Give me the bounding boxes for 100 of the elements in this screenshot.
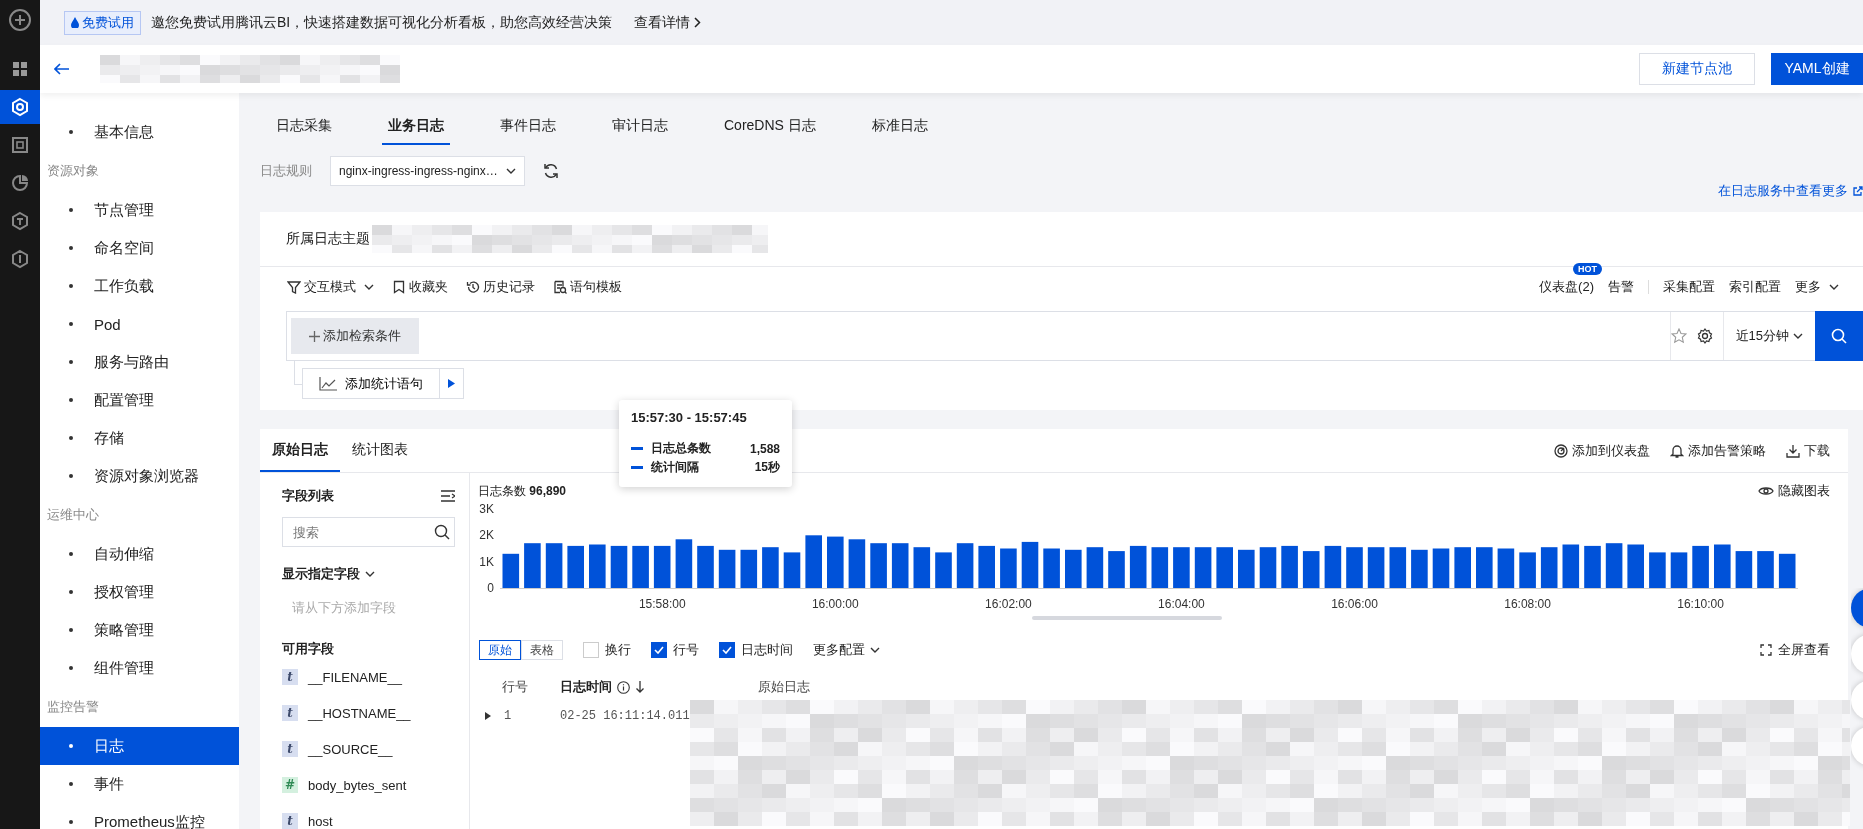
sort-arrow-icon[interactable] [635,681,645,693]
external-link-icon [1853,186,1863,196]
section-label: 资源对象 [46,162,100,180]
sidebar-item[interactable]: 日志 [40,727,239,765]
axis-label: 3K [479,502,494,516]
fullscreen-button[interactable]: 全屏查看 [1760,641,1830,659]
field-name[interactable]: host [308,813,333,829]
chart-bar [1778,553,1796,588]
tab[interactable]: 日志采集 [270,117,338,145]
toolbar-button[interactable]: 交互模式 [287,278,374,296]
chart-bar [1086,547,1104,588]
action-link[interactable]: 下载 [1786,441,1830,460]
hide-chart-button[interactable]: 隐藏图表 [1758,482,1830,500]
sidebar-item[interactable]: 自动伸缩 [40,535,239,573]
chart-bar [1562,544,1580,588]
field-name[interactable]: __HOSTNAME__ [308,705,411,721]
run-button[interactable] [440,368,464,399]
tab[interactable]: 原始日志 [260,429,340,472]
check-icon [722,646,732,654]
line-chart-icon [319,376,337,391]
chart-bar [827,536,844,588]
chevron-icon [694,17,702,28]
toolbar-link[interactable]: 告警 [1608,278,1634,296]
section-toggle[interactable]: 显示指定字段 [282,565,455,583]
chart-bar [1584,545,1601,588]
sidebar-item[interactable]: Pod [40,305,239,343]
sidebar-item[interactable]: 策略管理 [40,611,239,649]
create-button[interactable]: YAML创建 [1771,53,1863,85]
tab[interactable]: 标准日志 [865,117,934,145]
column-header[interactable]: 日志时间 [560,678,612,696]
tab[interactable]: 统计图表 [340,429,420,472]
tab[interactable]: 审计日志 [606,117,674,145]
action-link[interactable]: 添加告警策略 [1670,441,1766,460]
sidebar-item[interactable]: 存储 [40,419,239,457]
tab[interactable]: CoreDNS 日志 [718,117,822,145]
toolbar-link[interactable]: 更多 [1795,278,1839,296]
chart-bar [1194,547,1212,588]
caret-icon [870,647,880,653]
fullscreen-icon [1760,644,1772,656]
column-header: 行号 [501,678,529,696]
new-pool-button[interactable]: 新建节点池 [1639,53,1755,85]
tab[interactable]: 业务日志 [382,117,450,145]
sidebar-item[interactable]: 组件管理 [40,649,239,687]
toolbar-button[interactable]: 语句模板 [553,278,622,296]
collapse-icon[interactable] [441,490,455,502]
section-label: 运维中心 [46,506,100,524]
download-icon [1786,443,1800,458]
toolbar-link[interactable]: 采集配置 [1663,278,1715,296]
action-link[interactable]: 添加到仪表盘 [1554,441,1650,460]
sidebar-item[interactable]: 基本信息 [40,113,239,151]
sidebar-item[interactable]: 授权管理 [40,573,239,611]
hexagon-icon [10,249,30,269]
toolbar-button[interactable]: 收藏夹 [392,278,448,296]
star-icon[interactable] [1670,328,1687,344]
toolbar-link[interactable]: 索引配置 [1729,278,1781,296]
eye-icon [1758,485,1774,497]
query-box[interactable]: 添加检索条件 近15分钟 [286,311,1863,361]
chart-bar [956,543,974,588]
tab[interactable]: 事件日志 [494,117,562,145]
checkbox[interactable] [651,642,667,658]
sidebar-item[interactable]: 节点管理 [40,191,239,229]
scrollbar-thumb[interactable] [1032,616,1222,620]
rail-button[interactable] [0,90,40,124]
pie-chart-icon [10,173,30,193]
rule-select[interactable]: nginx-ingress-ingress-nginx… [330,156,525,186]
chart-bar [697,545,714,588]
filter-icon [287,280,301,294]
more-link[interactable]: 在日志服务中查看更多 [1718,183,1863,199]
add-stats-button[interactable]: 添加统计语句 [302,368,440,399]
field-name[interactable]: body_bytes_sent [308,777,407,793]
type-badge: t [282,813,298,829]
view-toggle[interactable]: 原始 [479,640,521,660]
hot-badge: HOT [1573,263,1603,275]
sidebar-item[interactable]: 服务与路由 [40,343,239,381]
field-name[interactable]: __FILENAME__ [308,669,402,685]
sidebar-item[interactable]: 工作负载 [40,267,239,305]
more-settings-dropdown[interactable]: 更多配置 [813,641,880,659]
toolbar-button[interactable]: 历史记录 [466,278,535,296]
sidebar-item[interactable]: Prometheus监控 [40,803,239,829]
refresh-icon[interactable] [542,163,559,179]
field-name[interactable]: __SOURCE__ [308,741,393,757]
back-arrow-icon[interactable] [54,63,70,75]
section-title: 可用字段 [282,640,335,658]
sidebar-item[interactable]: 命名空间 [40,229,239,267]
search-button[interactable] [1815,311,1863,361]
view-toggle[interactable]: 表格 [521,640,563,660]
logo-icon[interactable] [8,8,32,32]
sidebar-item[interactable]: 配置管理 [40,381,239,419]
checkbox[interactable] [719,642,735,658]
document-search-icon [553,280,567,294]
details-link[interactable]: 查看详情 [634,13,702,32]
sidebar-item[interactable]: 事件 [40,765,239,803]
axis-label: 16:10:00 [1677,597,1724,611]
sidebar-item[interactable]: 资源对象浏览器 [40,457,239,495]
toolbar-link[interactable]: 仪表盘(2) [1539,278,1594,296]
settings-icon[interactable] [1696,328,1713,344]
chart-bar [1000,548,1017,588]
add-condition-button[interactable]: 添加检索条件 [291,318,419,354]
search-field[interactable]: 搜索 [282,517,455,547]
axis-label: 16:00:00 [811,597,859,611]
